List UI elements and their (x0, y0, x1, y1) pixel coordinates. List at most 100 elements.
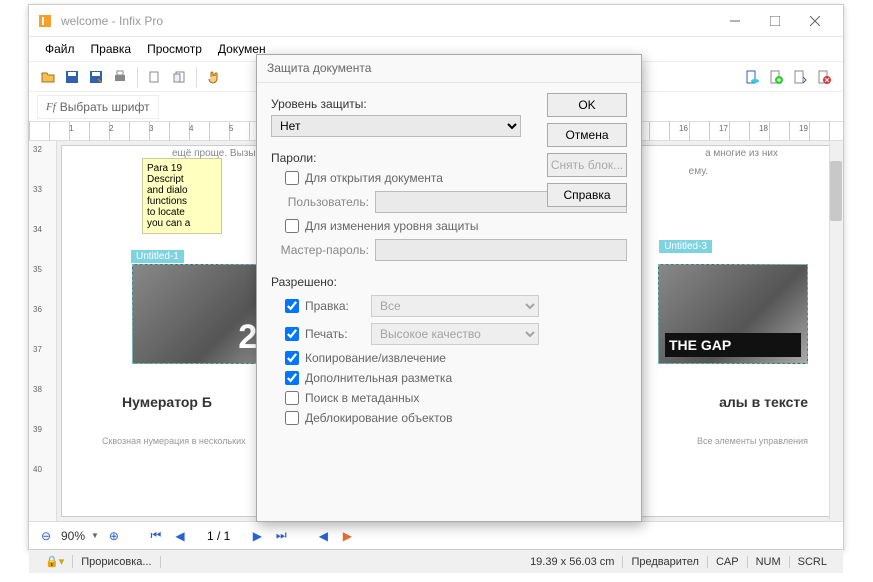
ruler-mark: 4 (189, 124, 193, 133)
print-icon[interactable] (109, 66, 131, 88)
copy-icon[interactable] (144, 66, 166, 88)
ruler-mark: 33 (33, 185, 42, 194)
close-button[interactable] (795, 7, 835, 35)
menu-view[interactable]: Просмотр (139, 40, 210, 58)
section-title: Нумератор Б (122, 394, 212, 410)
minimize-button[interactable] (715, 7, 755, 35)
next-page-icon[interactable]: ▶ (248, 527, 266, 545)
page-indicator: 1 / 1 (195, 529, 242, 543)
security-level-select[interactable]: Нет (271, 115, 521, 137)
zoom-value: 90% (61, 529, 85, 543)
ruler-mark: 37 (33, 345, 42, 354)
vertical-scrollbar[interactable] (829, 141, 843, 521)
ruler-mark: 35 (33, 265, 42, 274)
metadata-checkbox[interactable] (285, 391, 299, 405)
dialog-title: Защита документа (257, 55, 641, 83)
body-text: Все элементы управления (697, 436, 808, 446)
user-label: Пользователь: (271, 195, 369, 209)
body-text: ему. (689, 166, 708, 177)
print-label: Печать: (305, 327, 365, 341)
markup-checkbox[interactable] (285, 371, 299, 385)
status-text: Прорисовка... (73, 556, 160, 568)
copy-checkbox[interactable] (285, 351, 299, 365)
save-as-icon[interactable] (85, 66, 107, 88)
ruler-mark: 1 (69, 124, 73, 133)
nav-back-icon[interactable]: ◀ (314, 527, 332, 545)
allowed-label: Разрешено: (271, 275, 627, 289)
page-cloud-icon[interactable] (741, 66, 763, 88)
toolbar-sep (196, 67, 197, 87)
change-password-checkbox[interactable] (285, 219, 299, 233)
ruler-mark: 16 (679, 124, 688, 133)
maximize-button[interactable] (755, 7, 795, 35)
last-page-icon[interactable]: ⏭ (272, 527, 290, 545)
coords: 19.39 x 56.03 cm (522, 556, 623, 568)
open-password-checkbox[interactable] (285, 171, 299, 185)
copy-label: Копирование/извлечение (305, 351, 446, 365)
unlock-label: Деблокирование объектов (305, 411, 452, 425)
prev-page-icon[interactable]: ◀ (171, 527, 189, 545)
master-label: Мастер-пароль: (271, 243, 369, 257)
security-dialog: Защита документа OK Отмена Снять блок...… (256, 54, 642, 522)
help-button[interactable]: Справка (547, 183, 627, 207)
ruler-mark: 17 (719, 124, 728, 133)
body-text: а многие из них (705, 148, 778, 159)
num-indicator: NUM (748, 556, 790, 568)
page-add-icon[interactable] (765, 66, 787, 88)
zoom-out-icon[interactable]: ⊖ (37, 527, 55, 545)
font-icon: Ff (46, 101, 56, 113)
ruler-mark: 5 (229, 124, 233, 133)
zoom-in-icon[interactable]: ⊕ (105, 527, 123, 545)
window-title: welcome - Infix Pro (61, 14, 715, 28)
font-picker[interactable]: Ff Выбрать шрифт (37, 95, 159, 119)
open-icon[interactable] (37, 66, 59, 88)
zoom-dropdown-icon[interactable]: ▼ (91, 531, 99, 540)
image-label: Untitled-3 (659, 240, 712, 253)
first-page-icon[interactable]: ⏮ (147, 527, 165, 545)
nav-fwd-icon[interactable]: ▶ (338, 527, 356, 545)
font-label: Выбрать шрифт (60, 100, 150, 114)
image-text: THE GAP (665, 333, 801, 357)
ok-button[interactable]: OK (547, 93, 627, 117)
scrl-indicator: SCRL (790, 556, 835, 568)
remove-block-button[interactable]: Снять блок... (547, 153, 627, 177)
note-box[interactable]: Para 19 Descript and dialo functions to … (142, 158, 222, 234)
edit-select[interactable]: Все (371, 295, 539, 317)
ruler-mark: 38 (33, 385, 42, 394)
ruler-mark: 36 (33, 305, 42, 314)
print-select[interactable]: Высокое качество (371, 323, 539, 345)
edit-label: Правка: (305, 299, 365, 313)
scroll-thumb[interactable] (830, 161, 842, 221)
preview-label: Предварител (623, 556, 708, 568)
ruler-mark: 34 (33, 225, 42, 234)
master-password-field[interactable] (375, 239, 627, 261)
ruler-mark: 2 (109, 124, 113, 133)
cancel-button[interactable]: Отмена (547, 123, 627, 147)
page-insert-icon[interactable] (789, 66, 811, 88)
page-delete-icon[interactable] (813, 66, 835, 88)
markup-label: Дополнительная разметка (305, 371, 452, 385)
save-icon[interactable] (61, 66, 83, 88)
vertical-ruler[interactable]: 32 33 34 35 36 37 38 39 40 (29, 141, 57, 521)
hand-icon[interactable] (203, 66, 225, 88)
menu-edit[interactable]: Правка (83, 40, 140, 58)
open-password-label: Для открытия документа (305, 171, 443, 185)
unlock-checkbox[interactable] (285, 411, 299, 425)
edit-checkbox[interactable] (285, 299, 299, 313)
menu-file[interactable]: Файл (37, 40, 83, 58)
ruler-mark: 32 (33, 145, 42, 154)
document-image[interactable]: THE GAP (658, 264, 808, 364)
section-title: алы в тексте (719, 394, 808, 410)
cap-indicator: CAP (708, 556, 748, 568)
lock-icon[interactable]: 🔒▾ (37, 555, 73, 568)
metadata-label: Поиск в метаданных (305, 391, 419, 405)
body-text: Сквозная нумерация в нескольких (102, 436, 246, 446)
print-checkbox[interactable] (285, 327, 299, 341)
ruler-mark: 19 (799, 124, 808, 133)
ruler-mark: 18 (759, 124, 768, 133)
image-label: Untitled-1 (131, 250, 184, 263)
toolbar-sep (137, 67, 138, 87)
paste-icon[interactable] (168, 66, 190, 88)
change-password-label: Для изменения уровня защиты (305, 219, 478, 233)
app-icon (37, 13, 53, 29)
